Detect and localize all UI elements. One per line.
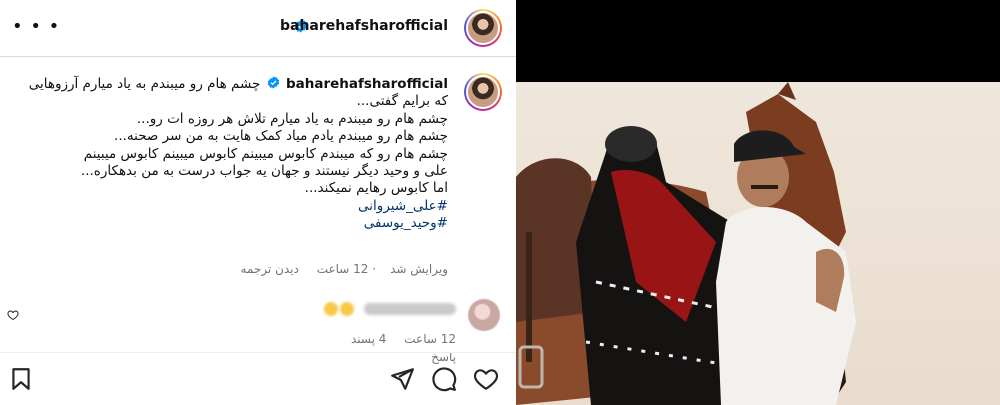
see-translation-link[interactable]: دیدن ترجمه — [241, 262, 299, 276]
header-username[interactable]: baharehafsharofficial — [280, 18, 448, 34]
caption-line: اما کابوس رهایم نمیکند... — [304, 180, 448, 197]
caption-line: چشم هام رو که میبندم کابوس میبینم کابوس … — [83, 145, 448, 162]
comment-like-heart-icon[interactable] — [7, 309, 19, 321]
hashtag-link[interactable]: #علی_شیروانی — [28, 198, 448, 215]
comment-likes[interactable]: 4 پسند — [351, 332, 386, 346]
comment-icon[interactable] — [431, 366, 457, 392]
post-meta: ویرایش شد· 12 ساعت دیدن ترجمه — [240, 262, 448, 276]
post-header: • • • baharehafsharofficial — [0, 0, 516, 57]
caption-line: چشم هام رو میبندم به یاد میارم تلاش هر ر… — [136, 110, 448, 127]
caption-line: چشم هام رو میبندم یادم میاد کمک هایت به … — [114, 128, 448, 145]
send-icon[interactable] — [389, 366, 415, 392]
post-time[interactable]: 12 ساعت — [317, 262, 369, 276]
heart-icon[interactable] — [473, 366, 499, 392]
comment-time[interactable]: 12 ساعت — [404, 332, 456, 346]
action-bar — [0, 352, 516, 405]
emoji-icon — [323, 301, 338, 316]
commenter-avatar[interactable] — [468, 299, 500, 331]
comment — [322, 301, 456, 316]
more-dots-icon[interactable]: • • • — [12, 18, 60, 36]
header-avatar[interactable] — [464, 9, 502, 47]
caption-line: که برایم گفتی... — [356, 93, 448, 110]
verified-badge-icon — [267, 76, 279, 89]
post-photo — [516, 82, 1000, 405]
emoji-icon — [339, 301, 354, 316]
caption-username[interactable]: baharehafsharofficial — [286, 76, 448, 92]
caption-line: علی و وحید دیگر نیستند و جهان یه جواب در… — [80, 163, 448, 180]
post-panel: • • • baharehafsharofficial baharehafsha… — [0, 0, 516, 405]
post-media[interactable] — [516, 0, 1000, 405]
bookmark-icon[interactable] — [8, 366, 34, 392]
caption-line: چشم هام رو میبندم به یاد میارم آرزوهایی — [28, 76, 261, 92]
edited-label: ویرایش شد — [390, 262, 448, 276]
commenter-username-blurred[interactable] — [364, 302, 456, 315]
post-caption: baharehafsharofficial چشم هام رو میبندم … — [28, 76, 448, 233]
caption-avatar[interactable] — [464, 73, 502, 111]
hashtag-link[interactable]: #وحید_یوسفی — [28, 215, 448, 232]
